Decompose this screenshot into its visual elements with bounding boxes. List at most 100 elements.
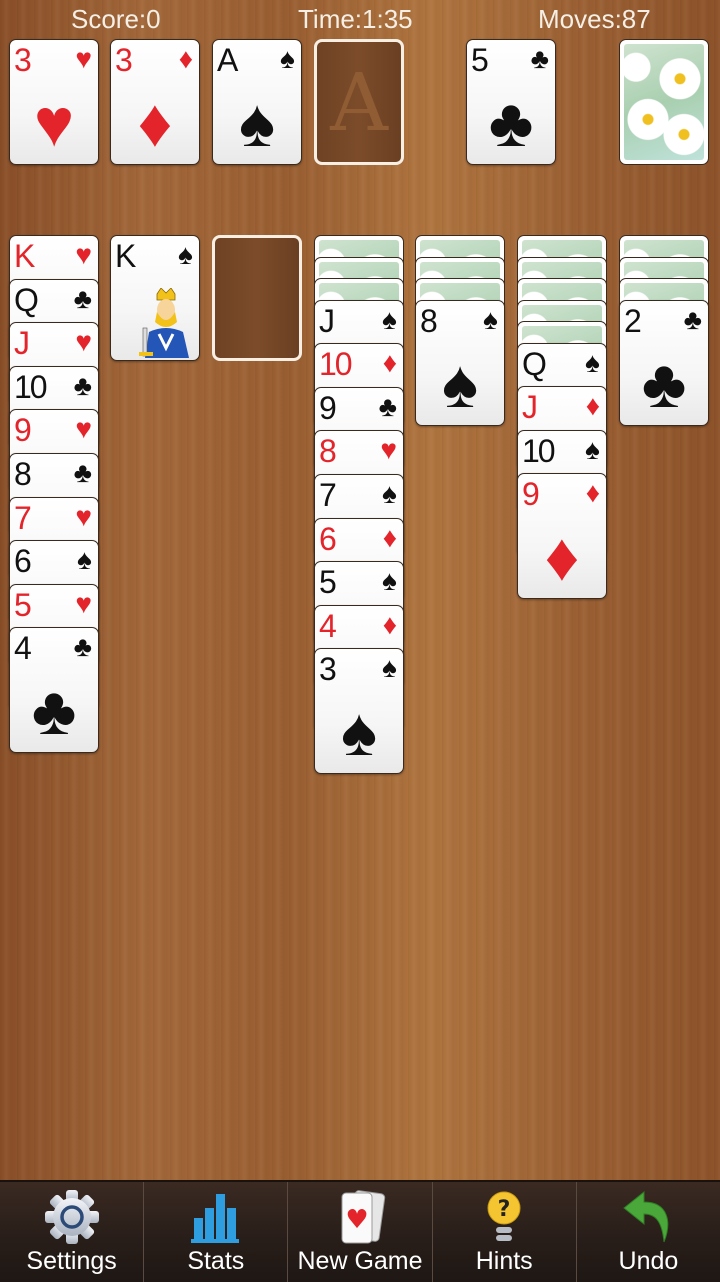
settings-label: Settings: [26, 1247, 117, 1275]
hearts-icon: ♥: [75, 326, 92, 358]
waste-card[interactable]: 5 ♣ ♣: [466, 39, 556, 165]
bottom-toolbar: Settings Stats ♥ New Game ? Hints Undo: [0, 1180, 720, 1282]
foundation-card-2[interactable]: 3 ♦ ♦: [110, 39, 200, 165]
settings-button[interactable]: Settings: [0, 1182, 143, 1282]
card-rank: K: [115, 238, 136, 274]
card-rank: 7: [319, 476, 337, 513]
gear-icon: [44, 1190, 99, 1244]
spades-large-icon: ♠: [441, 345, 479, 422]
card-rank: J: [319, 302, 335, 339]
hearts-icon: ♥: [75, 587, 92, 619]
diamonds-icon: ♦: [585, 390, 600, 422]
daisy-card-back-art: [624, 44, 704, 160]
time-label: Time:1:35: [298, 4, 413, 34]
card-rank: 10: [319, 346, 353, 383]
stats-label: Stats: [187, 1247, 245, 1275]
spades-icon: ♠: [382, 565, 397, 597]
hints-button[interactable]: ? Hints: [431, 1182, 576, 1282]
card-rank: 5: [471, 42, 489, 78]
diamonds-icon: ♦: [585, 477, 600, 509]
diamonds-large-icon: ♦: [137, 85, 173, 161]
undo-label: Undo: [618, 1247, 679, 1275]
card-rank: 8: [319, 433, 337, 470]
stats-button[interactable]: Stats: [143, 1182, 287, 1282]
card-rank: 9: [522, 476, 540, 513]
spades-icon: ♠: [382, 477, 397, 509]
card-rank: J: [14, 325, 30, 362]
foundation-slot-4[interactable]: A: [314, 39, 404, 165]
clubs-icon: ♣: [530, 43, 549, 74]
card-rank: 8: [14, 456, 32, 492]
card-rank: J: [522, 389, 538, 426]
undo-button[interactable]: Undo: [575, 1182, 720, 1282]
clubs-large-icon: ♣: [641, 345, 687, 422]
spades-icon: ♠: [483, 303, 498, 335]
ace-placeholder-label: A: [330, 56, 388, 149]
tableau-5-card[interactable]: 8 ♠ ♠: [415, 299, 505, 426]
hearts-icon: ♥: [75, 239, 92, 270]
spades-icon: ♠: [585, 346, 600, 378]
clubs-icon: ♣: [73, 457, 92, 488]
undo-arrow-icon: [623, 1190, 669, 1243]
hearts-icon: ♥: [380, 434, 397, 466]
spades-icon: ♠: [382, 303, 397, 335]
stock-pile[interactable]: [619, 39, 709, 165]
card-rank: 9: [319, 389, 337, 426]
card-rank: 3: [14, 42, 32, 78]
svg-text:♥: ♥: [345, 1205, 368, 1235]
hearts-icon: ♥: [75, 500, 92, 532]
tableau-2-card[interactable]: K ♠: [110, 235, 200, 361]
clubs-icon: ♣: [683, 303, 702, 335]
card-rank: 8: [420, 302, 438, 339]
bar-chart-icon: [190, 1194, 239, 1243]
tableau-empty-slot-3[interactable]: [212, 235, 302, 361]
spades-large-icon: ♠: [238, 85, 276, 161]
card-rank: 10: [522, 432, 556, 469]
spades-icon: ♠: [77, 544, 92, 576]
spades-icon: ♠: [585, 433, 600, 465]
foundation-card-1[interactable]: 3 ♥ ♥: [9, 39, 99, 165]
card-rank: 4: [319, 607, 337, 644]
hearts-large-icon: ♥: [33, 85, 75, 161]
card-rank: 10: [14, 368, 48, 405]
clubs-icon: ♣: [378, 390, 397, 422]
foundation-card-3[interactable]: A ♠ ♠: [212, 39, 302, 165]
moves-label: Moves:87: [538, 4, 651, 34]
lightbulb-question-icon: ?: [487, 1191, 521, 1241]
card-rank: 9: [14, 412, 32, 449]
card-rank: 5: [319, 564, 337, 601]
tableau-1-card[interactable]: 4 ♣ ♣: [9, 627, 99, 754]
card-rank: 3: [319, 651, 337, 688]
clubs-icon: ♣: [73, 282, 92, 314]
clubs-large-icon: ♣: [488, 85, 534, 161]
card-rank: 2: [624, 302, 642, 339]
spades-icon: ♠: [178, 239, 193, 270]
new-game-button[interactable]: ♥ New Game: [287, 1182, 431, 1282]
card-rank: 6: [319, 520, 337, 557]
new-game-label: New Game: [297, 1247, 423, 1275]
diamonds-icon: ♦: [382, 608, 397, 640]
card-rank: A: [217, 42, 238, 78]
clubs-large-icon: ♣: [31, 673, 77, 750]
spades-icon: ♠: [382, 652, 397, 684]
card-rank: 4: [14, 630, 32, 667]
clubs-icon: ♣: [73, 369, 92, 401]
card-rank: 6: [14, 543, 32, 580]
hearts-icon: ♥: [75, 413, 92, 445]
card-rank: 5: [14, 586, 32, 623]
hints-label: Hints: [475, 1247, 533, 1275]
new-game-cards-icon: ♥: [341, 1190, 386, 1244]
spades-large-icon: ♠: [340, 694, 378, 771]
tableau-7-card[interactable]: 2 ♣ ♣: [619, 299, 709, 426]
score-label: Score:0: [71, 4, 161, 34]
tableau-6-card[interactable]: 9 ♦ ♦: [517, 473, 607, 600]
hearts-icon: ♥: [75, 43, 92, 74]
diamonds-icon: ♦: [382, 521, 397, 553]
svg-text:?: ?: [498, 1197, 511, 1222]
tableau-4-card[interactable]: 3 ♠ ♠: [314, 648, 404, 775]
card-rank: 7: [14, 499, 32, 536]
spades-icon: ♠: [280, 43, 295, 74]
card-rank: Q: [522, 345, 547, 382]
card-rank: 3: [115, 42, 133, 78]
card-rank: Q: [14, 281, 39, 318]
